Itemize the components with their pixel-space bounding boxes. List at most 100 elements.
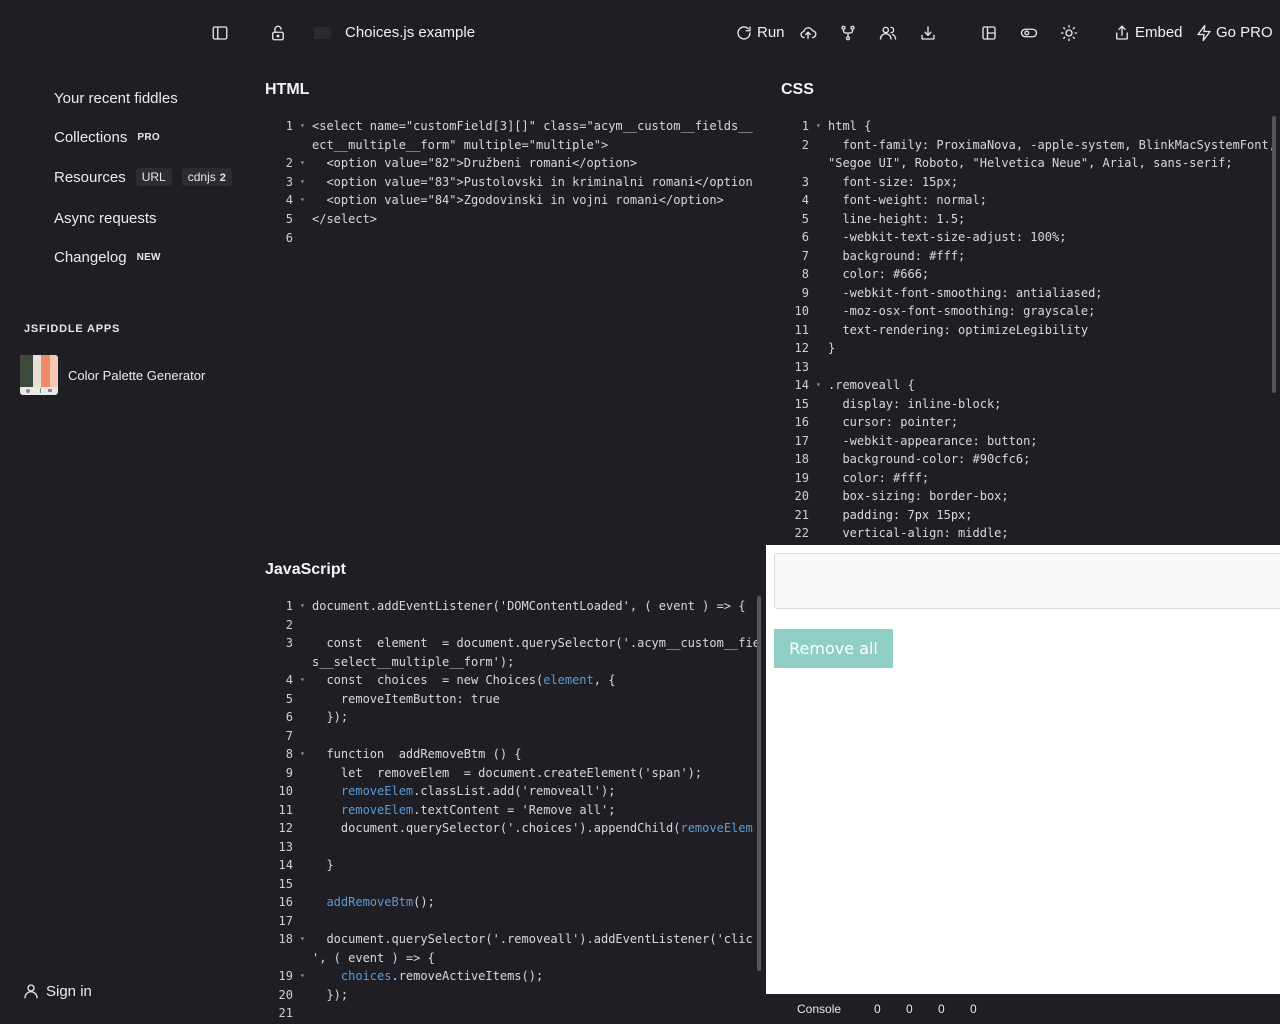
- code-line: 7: [265, 729, 766, 747]
- line-number: 5: [285, 212, 293, 226]
- choices-select-input[interactable]: [774, 553, 1280, 609]
- theme-sun-icon[interactable]: [1058, 22, 1080, 44]
- download-icon[interactable]: [917, 22, 939, 44]
- sidebar-toggle-icon[interactable]: [209, 22, 231, 44]
- line-number: 10: [794, 304, 809, 318]
- code-line: 1 ▾ document.addEventListener('DOMContentL…: [265, 599, 766, 617]
- sidebar-item-resources[interactable]: Resources URL cdnjs 2: [54, 168, 232, 186]
- code-text: -webkit-text-size-adjust: 100%;: [828, 230, 1067, 244]
- line-number: 1: [285, 119, 293, 133]
- line-number: 16: [278, 895, 293, 909]
- code-line: 8 ▾ function addRemoveBtm () {: [265, 747, 766, 765]
- go-pro-button[interactable]: Go PRO: [1216, 24, 1273, 41]
- line-number: 15: [278, 876, 293, 891]
- sidebar-item-recent-fiddles[interactable]: Your recent fiddles: [54, 90, 178, 107]
- css-editor-scrollbar[interactable]: [1272, 116, 1276, 393]
- line-number: 22: [794, 526, 809, 540]
- app-name: Color Palette Generator: [68, 367, 206, 383]
- sidebar-item-label: Resources: [54, 168, 126, 186]
- code-line: 8 color: #666;: [781, 267, 1280, 285]
- layout-icon[interactable]: [978, 22, 1000, 44]
- collaborate-icon[interactable]: [877, 22, 899, 44]
- line-number: 9: [285, 765, 293, 780]
- run-icon[interactable]: [733, 22, 755, 44]
- js-editor-scrollbar[interactable]: [757, 596, 761, 971]
- line-number: 13: [794, 359, 809, 374]
- code-text: let removeElem = document.createElement(…: [312, 765, 703, 780]
- line-number: 6: [801, 230, 809, 244]
- sidebar-item-changelog[interactable]: Changelog NEW: [54, 249, 161, 266]
- code-text: font-family: ProximaNova, -apple-system,…: [828, 137, 1276, 152]
- code-line: 12}: [781, 341, 1280, 359]
- code-text: "Segoe UI", Roboto, "Helvetica Neue", Ar…: [828, 156, 1233, 170]
- console-label[interactable]: Console: [797, 1002, 841, 1016]
- console-bar[interactable]: Console 0 0 0 0: [766, 994, 1280, 1024]
- embed-share-icon[interactable]: [1111, 22, 1133, 44]
- code-text: background-color: #90cfc6;: [828, 452, 1031, 466]
- fold-arrow-icon[interactable]: ▾: [300, 195, 305, 204]
- new-tag: NEW: [136, 252, 161, 263]
- line-number: 11: [794, 322, 809, 337]
- sidebar-item-collections[interactable]: Collections PRO: [54, 129, 160, 146]
- highlighted-token: removeElem: [340, 784, 414, 798]
- toggle-icon[interactable]: [1018, 22, 1040, 44]
- top-bar: ES Choices.js example Run Embed Go PRO: [0, 0, 1280, 66]
- sidebar: Your recent fiddles Collections PRO Reso…: [0, 66, 250, 1024]
- fold-arrow-icon[interactable]: ▾: [300, 158, 305, 167]
- fold-arrow-icon[interactable]: ▾: [300, 121, 305, 130]
- fold-arrow-icon[interactable]: ▾: [816, 121, 821, 130]
- code-text: -webkit-appearance: button;: [828, 433, 1038, 448]
- result-pane: Remove all: [766, 545, 1280, 994]
- sign-in-label: Sign in: [46, 982, 92, 1000]
- line-number: 7: [285, 728, 293, 743]
- fiddle-title[interactable]: Choices.js example: [345, 24, 475, 41]
- lock-icon[interactable]: [267, 22, 289, 44]
- fold-arrow-icon[interactable]: ▾: [816, 380, 821, 389]
- console-count-warn: 0: [938, 1002, 945, 1016]
- line-number: 4: [285, 193, 293, 208]
- fold-arrow-icon[interactable]: ▾: [300, 934, 305, 943]
- code-text: }: [828, 341, 836, 355]
- css-editor[interactable]: 1 ▾ html {2 font-family: ProximaNova, -app…: [781, 119, 1280, 545]
- code-line: 2 font-family: ProximaNova, -apple-syste…: [781, 138, 1280, 156]
- code-line: 13: [781, 360, 1280, 378]
- app-color-palette-generator[interactable]: Color Palette Generator: [20, 355, 205, 395]
- code-line: 16 cursor: pointer;: [781, 415, 1280, 433]
- code-line: 7 background: #fff;: [781, 249, 1280, 267]
- run-button[interactable]: Run: [757, 24, 785, 41]
- embed-button[interactable]: Embed: [1135, 24, 1183, 41]
- line-number: 15: [794, 396, 809, 411]
- sidebar-item-label: Changelog: [54, 249, 127, 266]
- save-cloud-icon[interactable]: [797, 22, 819, 44]
- code-text: function addRemoveBtm () {: [312, 747, 522, 761]
- fold-arrow-icon[interactable]: ▾: [300, 177, 305, 186]
- console-count-log: 0: [874, 1002, 881, 1016]
- code-text: });: [312, 987, 349, 1002]
- sidebar-item-label: Async requests: [54, 210, 157, 227]
- line-number: 21: [278, 1006, 293, 1020]
- es-badge: ES: [314, 27, 331, 39]
- code-line: 16 addRemoveBtm();: [265, 895, 766, 913]
- js-editor[interactable]: 1 ▾ document.addEventListener('DOMContentL…: [265, 599, 766, 1024]
- cdnjs-tag: cdnjs 2: [181, 168, 232, 186]
- code-line: s__select__multiple__form');: [265, 655, 766, 673]
- fold-arrow-icon[interactable]: ▾: [300, 971, 305, 980]
- sidebar-item-async-requests[interactable]: Async requests: [54, 210, 157, 227]
- code-text: font-weight: normal;: [828, 193, 987, 207]
- fold-arrow-icon[interactable]: ▾: [300, 749, 305, 758]
- code-text: ', ( event ) => {: [312, 950, 435, 965]
- fork-icon[interactable]: [837, 22, 859, 44]
- html-editor[interactable]: 1 ▾ <select name="customField[3][]" class=…: [265, 119, 766, 539]
- code-line: 3 font-size: 15px;: [781, 175, 1280, 193]
- line-number: 4: [801, 193, 809, 207]
- fold-arrow-icon[interactable]: ▾: [300, 675, 305, 684]
- lightning-icon[interactable]: [1193, 22, 1215, 44]
- code-text: const choices = new Choices(element, {: [312, 673, 616, 687]
- line-number: 13: [278, 839, 293, 854]
- sign-in-button[interactable]: Sign in: [22, 982, 92, 1000]
- line-number: 9: [801, 285, 809, 300]
- fold-arrow-icon[interactable]: ▾: [300, 601, 305, 610]
- html-panel-title: HTML: [265, 81, 310, 98]
- code-line: 13: [265, 840, 766, 858]
- remove-all-button[interactable]: Remove all: [774, 629, 893, 668]
